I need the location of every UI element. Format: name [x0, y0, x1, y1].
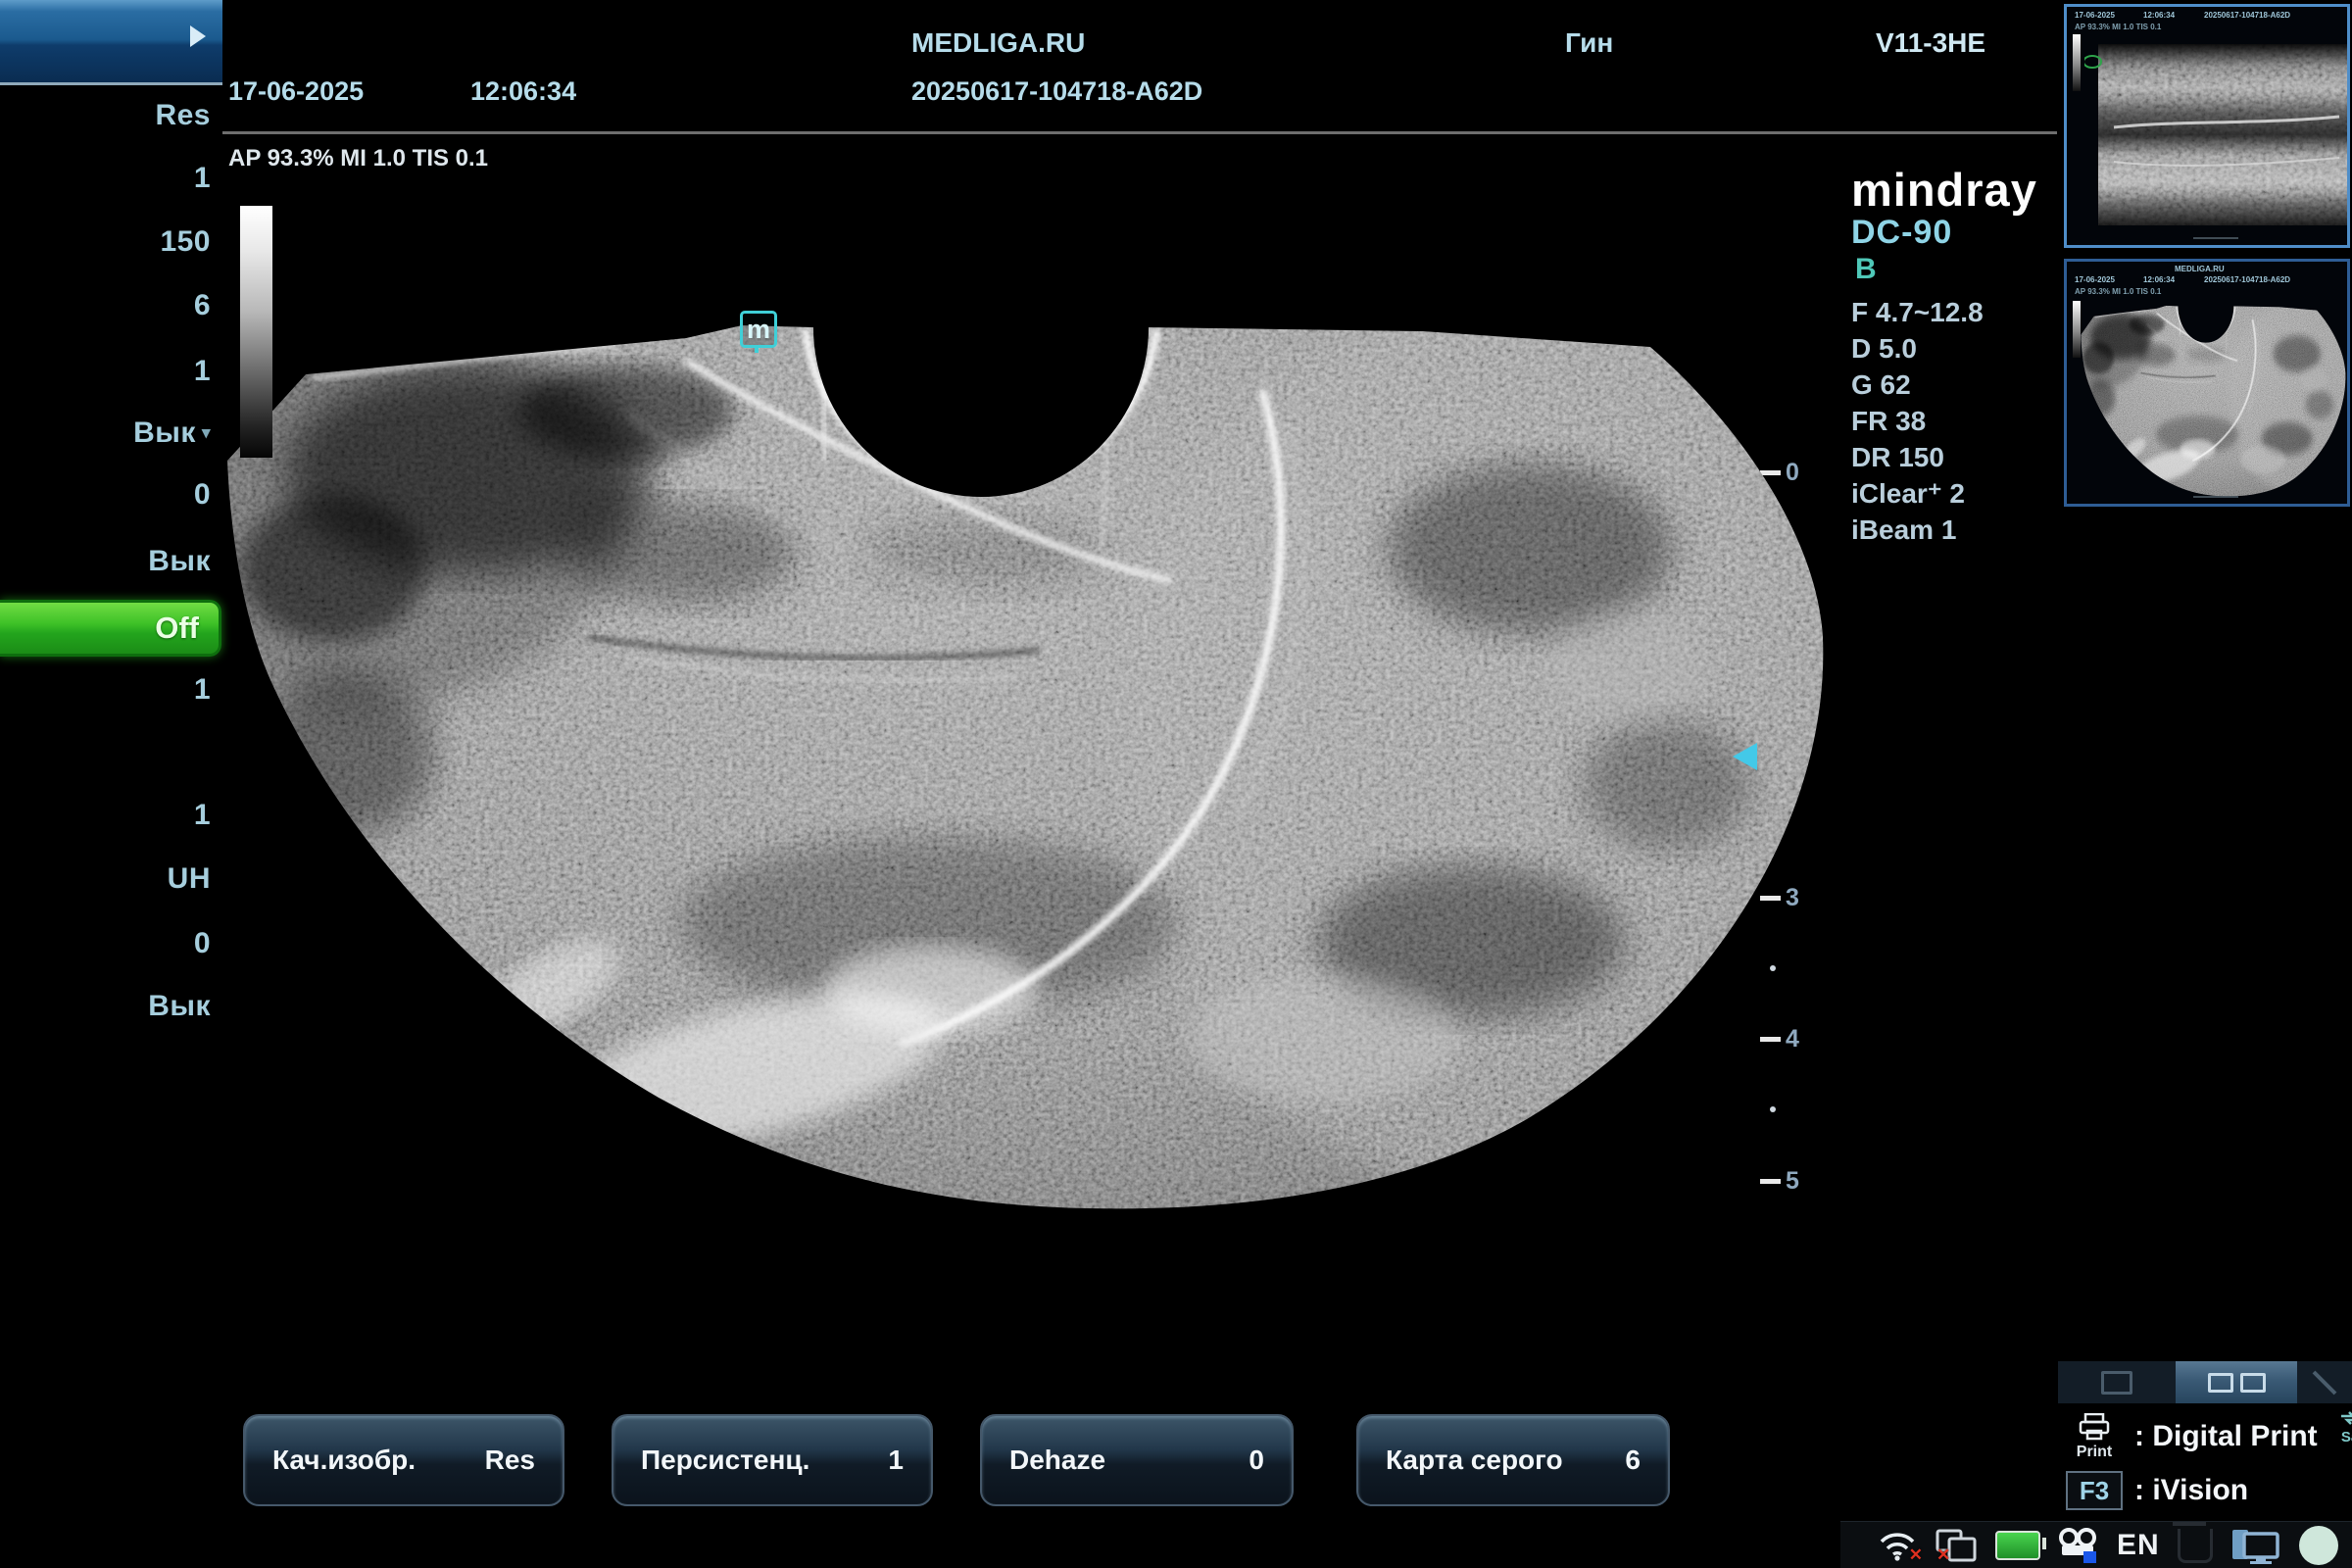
thumb-ap: AP 93.3% MI 1.0 TIS 0.1 — [2075, 287, 2161, 296]
battery-icon[interactable] — [1995, 1531, 2040, 1560]
f3-key-label: F3 — [2080, 1476, 2109, 1506]
softkey-label: Персистенц. — [641, 1445, 809, 1476]
save-arrows-icon — [2339, 1411, 2352, 1425]
grayscale-bar — [240, 206, 272, 458]
probe-name: V11-3HE — [1876, 27, 1985, 59]
softkey-dehaze[interactable]: Dehaze 0 — [980, 1414, 1294, 1506]
language-indicator[interactable]: EN — [2117, 1529, 2160, 1562]
expand-arrow-icon[interactable] — [190, 25, 206, 47]
recycle-icon[interactable] — [2178, 1529, 2213, 1563]
thumbnail-fan-image[interactable]: MEDLIGA.RU 17-06-2025 12:06:34 20250617-… — [2064, 259, 2350, 507]
softkey-gray-map[interactable]: Карта серого 6 — [1356, 1414, 1670, 1506]
thumb-date: 17-06-2025 — [2075, 275, 2115, 284]
display-mirror-icon[interactable]: ✕ — [1935, 1528, 1978, 1563]
print-button[interactable]: Print — [2066, 1413, 2123, 1461]
ivision-label: : iVision — [2134, 1474, 2248, 1507]
print-shortcut-row: Print : Digital Print — [2066, 1409, 2352, 1464]
orientation-marker: m — [740, 311, 777, 348]
thumb-scale-line — [2193, 496, 2238, 498]
thumb-grayscale-bar — [2073, 301, 2081, 358]
header-divider — [222, 131, 2057, 134]
clip-record-icon[interactable] — [2058, 1528, 2099, 1563]
monitor-icon[interactable] — [2230, 1526, 2281, 1565]
exam-date: 17-06-2025 — [228, 76, 364, 107]
wifi-icon[interactable]: ✕ — [1878, 1530, 1917, 1561]
softkey-persistence[interactable]: Персистенц. 1 — [612, 1414, 933, 1506]
exam-id: 20250617-104718-A62D — [911, 76, 1202, 107]
site-title: MEDLIGA.RU — [911, 27, 1085, 59]
thumb-id: 20250617-104718-A62D — [2204, 11, 2290, 20]
digital-print-label: : Digital Print — [2134, 1420, 2318, 1453]
thumb-fan-art — [2081, 299, 2347, 500]
layout-tab-single[interactable] — [2058, 1361, 2176, 1403]
softkey-value-label: Res — [0, 99, 211, 132]
softkey-label: Dehaze — [1009, 1445, 1105, 1476]
dual-frame-icon — [2208, 1373, 2233, 1393]
preset-box[interactable] — [0, 0, 222, 85]
layout-tab-dual[interactable] — [2176, 1361, 2297, 1403]
thumb-id: 20250617-104718-A62D — [2204, 275, 2290, 284]
thumb-linear-art — [2084, 34, 2349, 235]
status-circle-icon[interactable] — [2299, 1526, 2338, 1565]
thumb-time: 12:06:34 — [2143, 11, 2175, 20]
dual-frame-icon — [2240, 1373, 2266, 1393]
thumb-scale-line — [2193, 237, 2238, 239]
thumb-grayscale-bar — [2073, 34, 2081, 91]
single-frame-icon — [2101, 1371, 2132, 1395]
softkey-value: 1 — [888, 1445, 904, 1476]
softkey-value: 0 — [1249, 1445, 1264, 1476]
print-caption: Print — [2066, 1444, 2123, 1461]
system-taskbar: ✕ ✕ EN — [1840, 1521, 2352, 1568]
f3-shortcut-row: F3 : iVision — [2066, 1468, 2352, 1513]
exam-type: Гин — [1565, 27, 1613, 59]
ultrasound-screen: Res115061Вык▾0ВыкOff11UH0Вык 17-06-2025 … — [0, 0, 2352, 1568]
quad-frame-icon — [2312, 1370, 2337, 1396]
thumb-site: MEDLIGA.RU — [2175, 265, 2225, 273]
printer-icon — [2078, 1413, 2111, 1441]
softkey-value: 6 — [1625, 1445, 1641, 1476]
ultrasound-image[interactable] — [147, 137, 2058, 1421]
softkey-image-quality[interactable]: Кач.изобр. Res — [243, 1414, 564, 1506]
thumbnail-linear-image[interactable]: 17-06-2025 12:06:34 20250617-104718-A62D… — [2064, 4, 2350, 248]
orientation-marker-letter: m — [747, 315, 770, 345]
f3-key-button[interactable]: F3 — [2066, 1471, 2123, 1510]
layout-tab-quad[interactable] — [2297, 1361, 2352, 1403]
thumb-ap: AP 93.3% MI 1.0 TIS 0.1 — [2075, 23, 2161, 31]
softkey-value: Res — [485, 1445, 535, 1476]
exam-time: 12:06:34 — [470, 76, 576, 107]
save-button-partial[interactable]: Sa — [2330, 1411, 2352, 1446]
softkey-label: Кач.изобр. — [272, 1445, 416, 1476]
thumb-time: 12:06:34 — [2143, 275, 2175, 284]
layout-selector — [2058, 1361, 2352, 1403]
save-caption: Sa — [2341, 1429, 2352, 1446]
softkey-label: Карта серого — [1386, 1445, 1563, 1476]
thumb-date: 17-06-2025 — [2075, 11, 2115, 20]
focus-arrow-icon[interactable] — [1733, 743, 1757, 770]
